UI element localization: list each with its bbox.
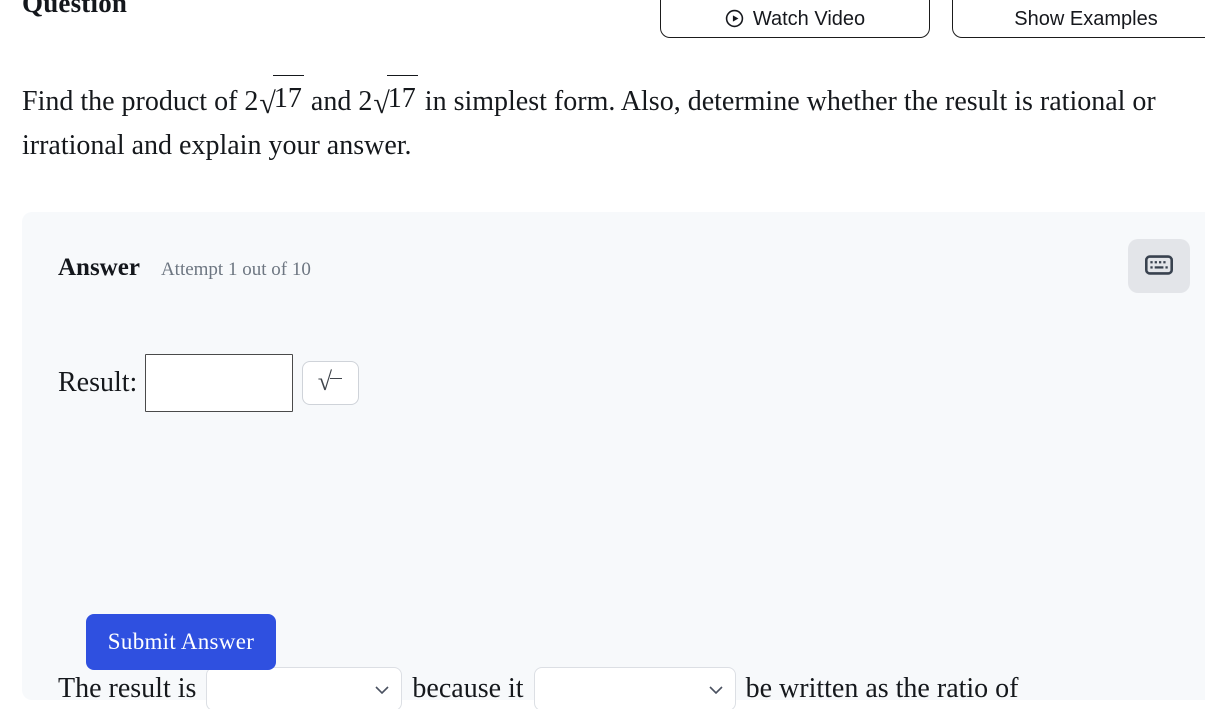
result-label: Result: <box>58 367 138 398</box>
math-expression-2: 2√17 <box>358 75 418 119</box>
page-title: Question <box>22 0 128 18</box>
radicand-1: 17 <box>272 75 304 121</box>
radicand-2: 17 <box>386 75 418 121</box>
submit-answer-button[interactable]: Submit Answer <box>86 614 276 670</box>
sentence-row-1: The result is because it be written as t… <box>58 667 1019 709</box>
question-part-1: Find the product of <box>22 86 245 117</box>
square-root-button[interactable]: √ <box>302 361 360 405</box>
coefficient-1: 2 <box>244 86 259 117</box>
watch-video-button[interactable]: Watch Video <box>660 0 930 38</box>
question-text: Find the product of 2√17 and 2√17 in sim… <box>22 75 1194 168</box>
sentence-segment-1: The result is <box>58 673 197 704</box>
result-input[interactable] <box>145 354 294 412</box>
question-page: Question Watch Video Show Examples Find … <box>0 0 1205 709</box>
keyboard-toggle-button[interactable] <box>1128 239 1190 293</box>
sentence-segment-3: be written as the ratio of <box>745 673 1019 704</box>
square-root-icon: √ <box>318 367 344 397</box>
can-cannot-dropdown[interactable] <box>533 667 736 709</box>
square-root-2: √17 <box>372 75 418 124</box>
keyboard-icon <box>1145 254 1174 278</box>
sentence-segment-2: because it <box>412 673 524 704</box>
rationality-dropdown[interactable] <box>206 667 403 709</box>
can-cannot-select[interactable] <box>533 667 736 709</box>
answer-panel: Answer Attempt 1 out of 10 Result: √ The… <box>22 212 1205 709</box>
coefficient-2: 2 <box>358 86 373 117</box>
show-examples-label: Show Examples <box>1014 8 1158 30</box>
attempt-counter: Attempt 1 out of 10 <box>160 259 311 280</box>
answer-heading: Answer <box>58 254 140 281</box>
math-expression-1: 2√17 <box>244 75 304 119</box>
question-part-2: and <box>303 86 359 117</box>
rationality-select[interactable] <box>206 667 403 709</box>
answer-header: Answer Attempt 1 out of 10 <box>58 254 311 282</box>
play-circle-icon <box>725 9 744 28</box>
watch-video-label: Watch Video <box>752 8 866 30</box>
show-examples-button[interactable]: Show Examples <box>952 0 1205 38</box>
result-row: Result: √ <box>58 354 360 412</box>
square-root-1: √17 <box>258 75 304 124</box>
